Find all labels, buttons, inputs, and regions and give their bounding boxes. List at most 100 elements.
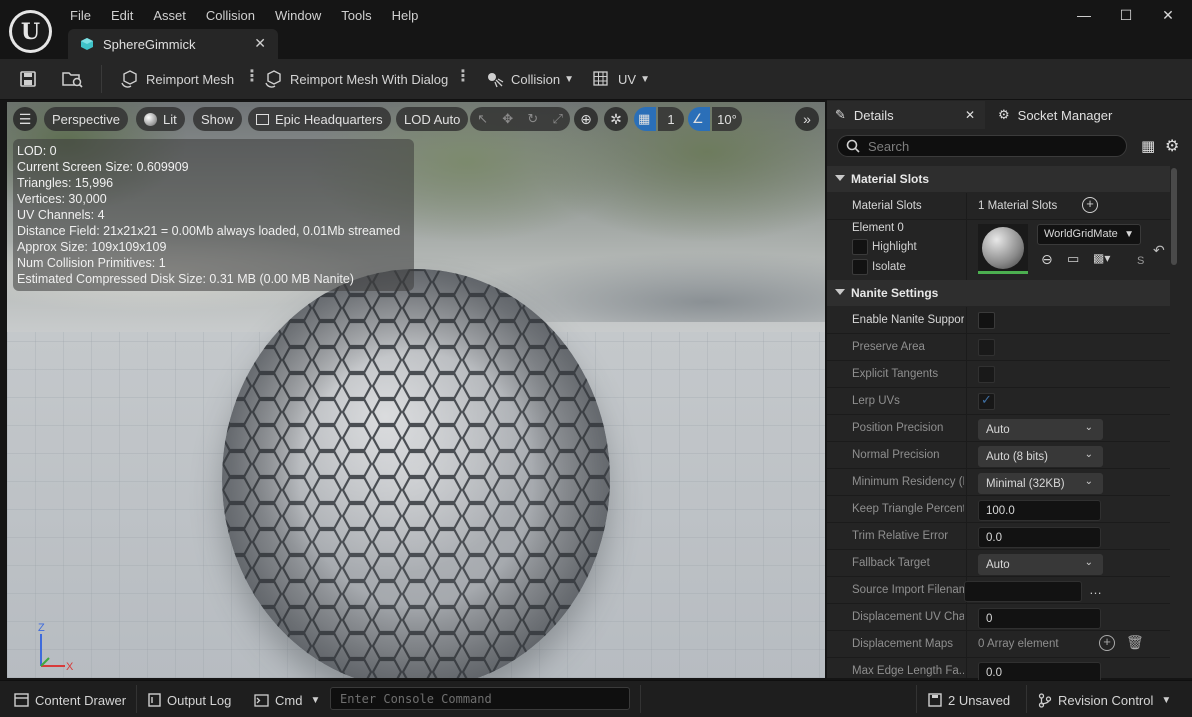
uv-dropdown[interactable]: UV ▼ xyxy=(592,67,650,91)
show-button[interactable]: Show xyxy=(193,107,242,131)
grid-snap-toggle[interactable]: ▦ xyxy=(634,107,656,131)
position-precision-dropdown[interactable]: Auto ⌄ xyxy=(978,419,1103,440)
displacement-uv-channel-input[interactable]: 0 xyxy=(978,608,1101,629)
rotate-icon[interactable]: ↻ xyxy=(527,111,538,127)
reimport-dialog-label: Reimport Mesh With Dialog xyxy=(290,71,449,87)
close-tab-icon[interactable]: ✕ xyxy=(254,35,266,52)
browse-asset-button[interactable] xyxy=(62,67,90,91)
reimport-dialog-options-icon[interactable]: ⋮ xyxy=(455,69,471,85)
axis-gizmo-icon: Z X xyxy=(38,622,74,672)
local-space-icon[interactable]: ⊕ xyxy=(574,107,598,131)
search-icon xyxy=(846,139,860,153)
enable-nanite-checkbox[interactable] xyxy=(978,312,995,329)
surface-snap-icon[interactable]: ✲ xyxy=(604,107,628,131)
isolate-checkbox[interactable] xyxy=(852,259,868,275)
material-slots-value: 1 Material Slots xyxy=(978,200,1058,212)
menu-window[interactable]: Window xyxy=(265,5,331,27)
reset-to-default-icon[interactable]: ↶ xyxy=(1153,242,1165,259)
unreal-logo-icon[interactable]: U xyxy=(9,10,52,53)
menu-help[interactable]: Help xyxy=(382,5,429,27)
use-selected-asset-icon[interactable]: ⊖ xyxy=(1041,251,1053,268)
displacement-maps-value: 0 Array element xyxy=(978,638,1059,650)
delete-trash-icon[interactable]: 🗑 xyxy=(1126,634,1144,651)
tab-details-label: Details xyxy=(853,107,894,123)
material-picker-dropdown[interactable]: WorldGridMate ▼ xyxy=(1037,224,1141,245)
keep-triangle-percent-input[interactable]: 100.0 xyxy=(978,500,1101,521)
output-log-label: Output Log xyxy=(167,692,232,708)
console-command-input[interactable]: Enter Console Command xyxy=(330,687,630,710)
rotation-snap-toggle[interactable]: ∠ xyxy=(688,107,710,131)
save-button[interactable] xyxy=(19,67,43,91)
add-element-icon[interactable]: + xyxy=(1099,635,1115,651)
checker-options-icon[interactable]: ▩▾ xyxy=(1093,251,1110,265)
section-nanite-settings[interactable]: Nanite Settings xyxy=(827,280,1170,306)
add-material-slot-icon[interactable]: + xyxy=(1082,197,1098,213)
lod-auto-button[interactable]: LOD Auto xyxy=(396,107,469,131)
view-mode-lit-button[interactable]: Lit xyxy=(136,107,185,131)
trim-relative-error-input[interactable]: 0.0 xyxy=(978,527,1101,548)
content-drawer-icon xyxy=(14,693,29,707)
source-import-filename-input[interactable] xyxy=(964,581,1082,602)
details-search-input[interactable]: Search xyxy=(837,135,1127,157)
tab-socket-manager[interactable]: ⚙ Socket Manager xyxy=(992,101,1162,129)
stat-screen-size: Current Screen Size: 0.609909 xyxy=(17,160,189,174)
reimport-options-icon[interactable]: ⋮ xyxy=(244,69,260,85)
content-drawer-button[interactable]: Content Drawer xyxy=(14,690,126,710)
stat-lod: LOD: 0 xyxy=(17,144,57,158)
close-tab-icon[interactable]: ✕ xyxy=(965,108,975,122)
element-0-label: Element 0 xyxy=(852,222,904,234)
transform-tools-group[interactable]: ↖ ✥ ↻ ⤢ xyxy=(470,107,570,131)
viewport-options-icon[interactable]: ☰ xyxy=(13,107,37,131)
translate-icon[interactable]: ✥ xyxy=(502,111,513,127)
preview-scene-button[interactable]: Epic Headquarters xyxy=(248,107,391,131)
browse-asset-icon[interactable]: ▭ xyxy=(1067,251,1079,267)
row-divider xyxy=(966,604,967,630)
reimport-mesh-button[interactable]: Reimport Mesh xyxy=(120,67,234,91)
table-view-icon[interactable]: ▦ xyxy=(1141,137,1155,155)
close-window-button[interactable]: ✕ xyxy=(1148,4,1188,26)
toolbar-separator xyxy=(101,65,102,93)
menu-file[interactable]: File xyxy=(60,5,101,27)
maximize-button[interactable]: ☐ xyxy=(1106,4,1146,26)
isolate-label: Isolate xyxy=(872,261,906,273)
menu-tools[interactable]: Tools xyxy=(331,5,381,27)
asset-tab[interactable]: SphereGimmick ✕ xyxy=(68,29,278,59)
rotation-snap-value[interactable]: 10° xyxy=(712,107,742,131)
select-icon[interactable]: ↖ xyxy=(477,111,488,127)
static-mesh-icon xyxy=(81,38,93,50)
status-separator xyxy=(916,685,917,713)
section-material-slots[interactable]: Material Slots xyxy=(827,166,1170,192)
highlight-checkbox[interactable] xyxy=(852,239,868,255)
normal-precision-dropdown[interactable]: Auto (8 bits) ⌄ xyxy=(978,446,1103,467)
preserve-area-checkbox[interactable] xyxy=(978,339,995,356)
scale-icon[interactable]: ⤢ xyxy=(552,111,562,127)
fallback-target-dropdown[interactable]: Auto ⌄ xyxy=(978,554,1103,575)
terminal-icon xyxy=(254,693,269,707)
unsaved-assets-button[interactable]: 2 Unsaved xyxy=(928,690,1010,710)
lerp-uvs-checkbox[interactable]: ✓ xyxy=(978,392,995,410)
reimport-with-dialog-button[interactable]: Reimport Mesh With Dialog xyxy=(264,67,448,91)
sphere-mesh-preview xyxy=(222,269,610,678)
menu-edit[interactable]: Edit xyxy=(101,5,143,27)
unsaved-label: 2 Unsaved xyxy=(948,692,1011,708)
output-log-button[interactable]: Output Log xyxy=(148,690,231,710)
settings-gear-icon[interactable]: ⚙ xyxy=(1165,136,1179,156)
material-thumbnail[interactable] xyxy=(978,224,1028,274)
revision-control-button[interactable]: Revision Control ▼ xyxy=(1038,690,1171,710)
menu-asset[interactable]: Asset xyxy=(143,5,196,27)
cmd-dropdown[interactable]: Cmd ▼ xyxy=(254,690,320,710)
minimize-button[interactable]: — xyxy=(1064,4,1104,26)
details-scrollbar[interactable] xyxy=(1171,168,1177,265)
grid-snap-value[interactable]: 1 xyxy=(658,107,684,131)
collision-dropdown[interactable]: Collision ▼ xyxy=(485,67,574,91)
explicit-tangents-checkbox[interactable] xyxy=(978,366,995,383)
chevron-down-icon: ⌄ xyxy=(1084,449,1093,460)
perspective-button[interactable]: Perspective xyxy=(44,107,128,131)
minimum-residency-dropdown[interactable]: Minimal (32KB) ⌄ xyxy=(978,473,1103,494)
stat-disk-size: Estimated Compressed Disk Size: 0.31 MB … xyxy=(17,272,354,286)
expand-toolbar-icon[interactable]: » xyxy=(795,107,819,131)
mesh-viewport[interactable]: ☰ Perspective Lit Show Epic Headquarters… xyxy=(7,102,825,678)
more-options-icon[interactable]: … xyxy=(1089,582,1102,597)
menu-collision[interactable]: Collision xyxy=(196,5,265,27)
tab-details[interactable]: ✎ Details ✕ xyxy=(827,101,985,129)
